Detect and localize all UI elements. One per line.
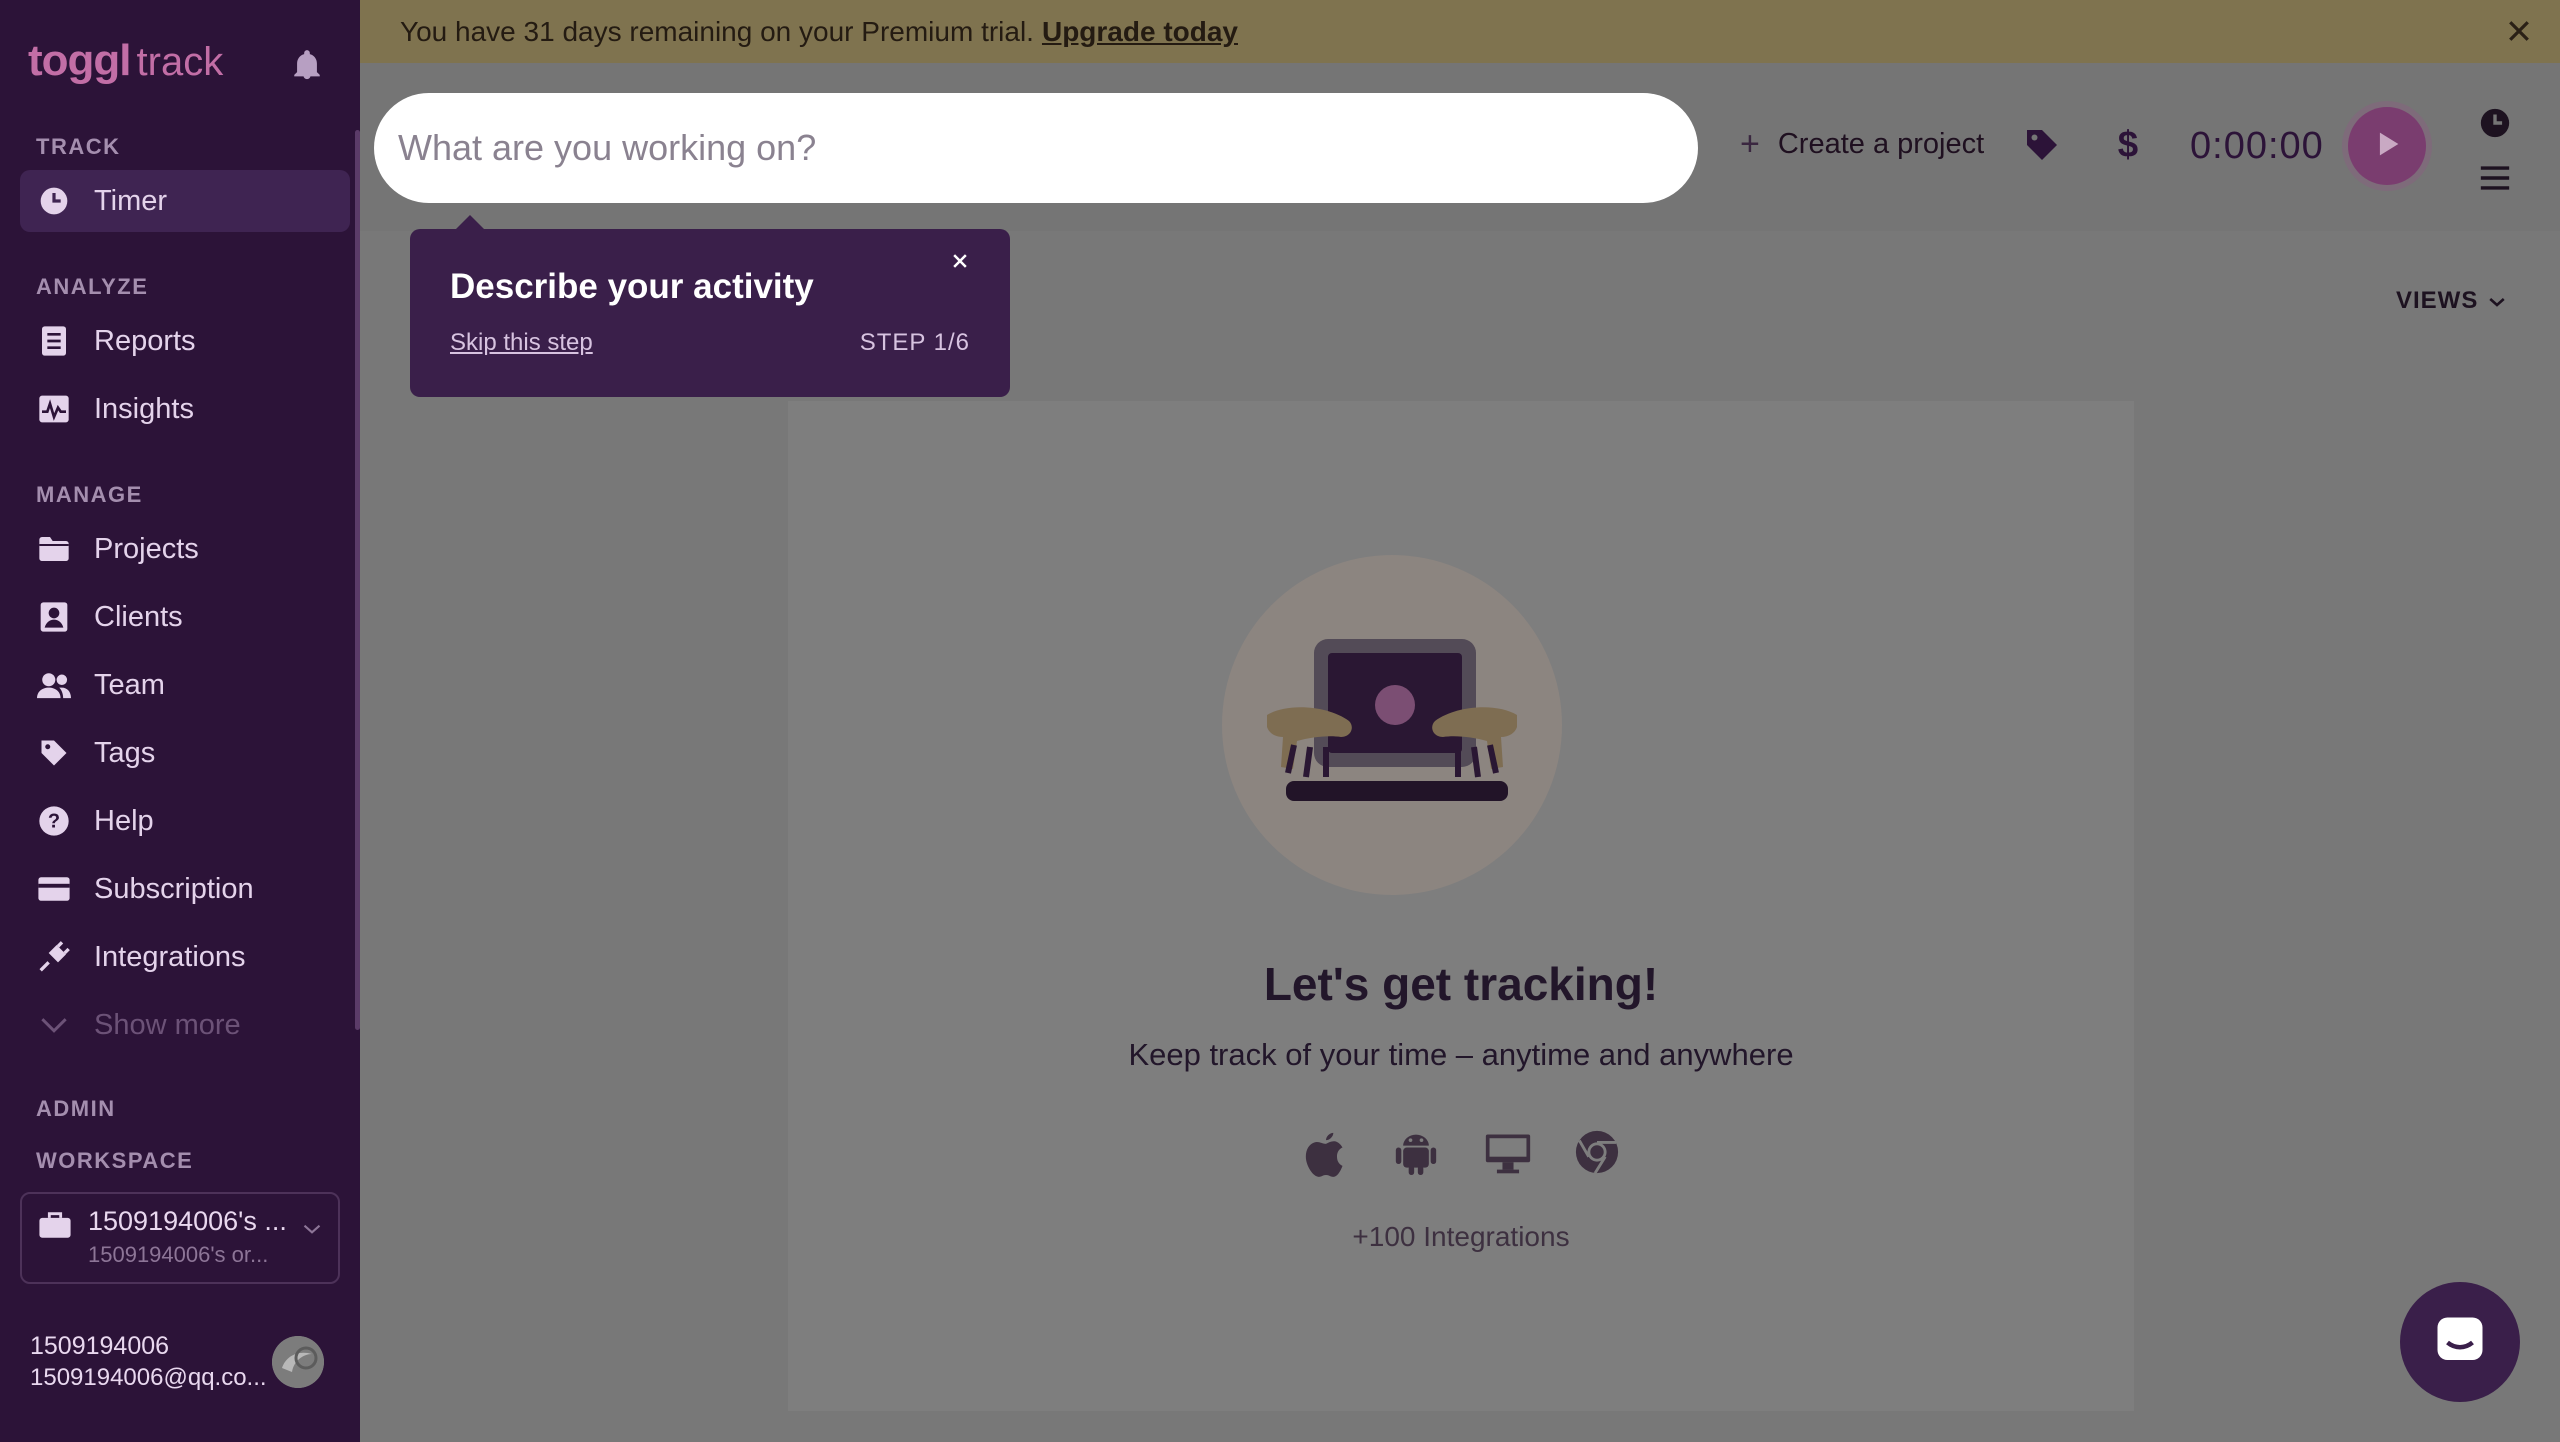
play-icon — [2370, 127, 2404, 166]
sidebar-item-help[interactable]: ? Help — [20, 790, 350, 852]
create-project-label: Create a project — [1777, 128, 1985, 160]
billable-dollar-icon[interactable]: $ — [2108, 124, 2148, 165]
sidebar-item-label: Clients — [94, 600, 183, 633]
create-project-button[interactable]: + Create a project — [1740, 125, 1984, 164]
sidebar-item-label: Tags — [94, 736, 156, 769]
empty-state-title: Let's get tracking! — [1263, 958, 1659, 1010]
folder-icon — [36, 531, 72, 567]
platform-icons — [1304, 1129, 1619, 1177]
user-email[interactable]: 1509194006@qq.co... — [30, 1364, 267, 1392]
sidebar-item-label: Reports — [94, 324, 196, 357]
timer-mode-clock-icon[interactable] — [2478, 106, 2514, 142]
sidebar-item-label: Team — [94, 668, 165, 701]
start-timer-button[interactable] — [2348, 107, 2426, 185]
insights-icon — [36, 391, 72, 427]
svg-text:?: ? — [48, 811, 60, 833]
laptop-hands-illustration — [1222, 555, 1562, 895]
avatar[interactable] — [272, 1336, 324, 1388]
sidebar-item-team[interactable]: Team — [20, 654, 350, 716]
close-icon[interactable] — [2504, 16, 2534, 46]
briefcase-icon — [38, 1210, 72, 1240]
chat-support-button[interactable] — [2400, 1282, 2520, 1402]
description-input[interactable] — [374, 93, 1698, 203]
timer-display: 0:00:00 — [2190, 125, 2324, 167]
section-workspace: WORKSPACE — [36, 1148, 194, 1173]
views-dropdown[interactable]: VIEWS — [2396, 287, 2506, 315]
timer-bar: + Create a project $ 0:00:00 — [360, 63, 2560, 231]
sidebar-item-clients[interactable]: Clients — [20, 586, 350, 648]
help-icon: ? — [36, 803, 72, 839]
logo-product: track — [136, 40, 224, 84]
sidebar-item-integrations[interactable]: Integrations — [20, 926, 350, 988]
client-icon — [36, 599, 72, 635]
chrome-icon[interactable] — [1574, 1129, 1619, 1177]
trial-banner-text: You have 31 days remaining on your Premi… — [400, 15, 1034, 47]
main-content: VIEWS Let's get tracking! Keep track of … — [360, 231, 2560, 1442]
tooltip-title: Describe your activity — [450, 267, 814, 306]
tooltip-step-counter: STEP 1/6 — [859, 329, 970, 356]
svg-text:$: $ — [2118, 125, 2138, 165]
empty-state-subtitle: Keep track of your time – anytime and an… — [1128, 1037, 1794, 1072]
sidebar: toggl track TRACK Timer ANALYZE Reports … — [0, 0, 360, 1442]
chevron-down-icon — [302, 1222, 326, 1246]
clock-icon — [36, 183, 72, 219]
sidebar-item-label: Projects — [94, 532, 199, 565]
plus-icon: + — [1740, 125, 1760, 163]
trial-banner: You have 31 days remaining on your Premi… — [360, 0, 2560, 63]
manual-mode-menu-icon[interactable] — [2478, 163, 2514, 195]
section-analyze: ANALYZE — [36, 274, 149, 299]
logo-brand: toggl — [28, 36, 132, 85]
sidebar-item-label: Integrations — [94, 940, 246, 973]
tag-icon[interactable] — [2024, 127, 2064, 167]
apple-icon[interactable] — [1304, 1129, 1348, 1177]
sidebar-item-timer[interactable]: Timer — [20, 170, 350, 232]
sidebar-item-tags[interactable]: Tags — [20, 722, 350, 784]
toggl-track-logo[interactable]: toggl track — [28, 36, 223, 92]
sidebar-item-label: Insights — [94, 392, 194, 425]
upgrade-link[interactable]: Upgrade today — [1042, 16, 1238, 48]
sidebar-item-reports[interactable]: Reports — [20, 310, 350, 372]
sidebar-item-label: Timer — [94, 184, 168, 217]
reports-icon — [36, 323, 72, 359]
android-icon[interactable] — [1394, 1129, 1438, 1177]
credit-card-icon — [36, 871, 72, 907]
sidebar-item-label: Show more — [94, 1008, 241, 1041]
sidebar-show-more[interactable]: Show more — [20, 994, 350, 1056]
tag-icon — [36, 735, 72, 771]
skip-step-link[interactable]: Skip this step — [450, 329, 593, 357]
chevron-down-icon — [2488, 287, 2506, 315]
tooltip-arrow — [456, 215, 484, 229]
user-name[interactable]: 1509194006 — [30, 1332, 169, 1361]
views-label: VIEWS — [2396, 287, 2479, 314]
chevron-down-icon — [36, 1007, 72, 1043]
section-admin: ADMIN — [36, 1096, 116, 1121]
integrations-link[interactable]: +100 Integrations — [788, 1221, 2134, 1253]
chat-icon — [2430, 1310, 2490, 1375]
sidebar-item-label: Help — [94, 804, 154, 837]
close-icon[interactable] — [950, 251, 972, 273]
onboarding-tooltip: Describe your activity Skip this step ST… — [410, 215, 1010, 397]
empty-state-card — [788, 401, 2134, 1411]
workspace-name: 1509194006's ... — [88, 1206, 287, 1236]
sidebar-item-subscription[interactable]: Subscription — [20, 858, 350, 920]
sidebar-item-insights[interactable]: Insights — [20, 378, 350, 440]
desktop-icon[interactable] — [1484, 1129, 1531, 1177]
bell-icon[interactable] — [290, 48, 324, 82]
team-icon — [36, 667, 72, 703]
sidebar-item-label: Subscription — [94, 872, 254, 905]
plug-icon — [36, 939, 72, 975]
section-manage: MANAGE — [36, 482, 143, 507]
workspace-org: 1509194006's or... — [88, 1242, 269, 1267]
section-track: TRACK — [36, 134, 121, 159]
workspace-selector[interactable]: 1509194006's ... 1509194006's or... — [20, 1192, 340, 1284]
sidebar-item-projects[interactable]: Projects — [20, 518, 350, 580]
